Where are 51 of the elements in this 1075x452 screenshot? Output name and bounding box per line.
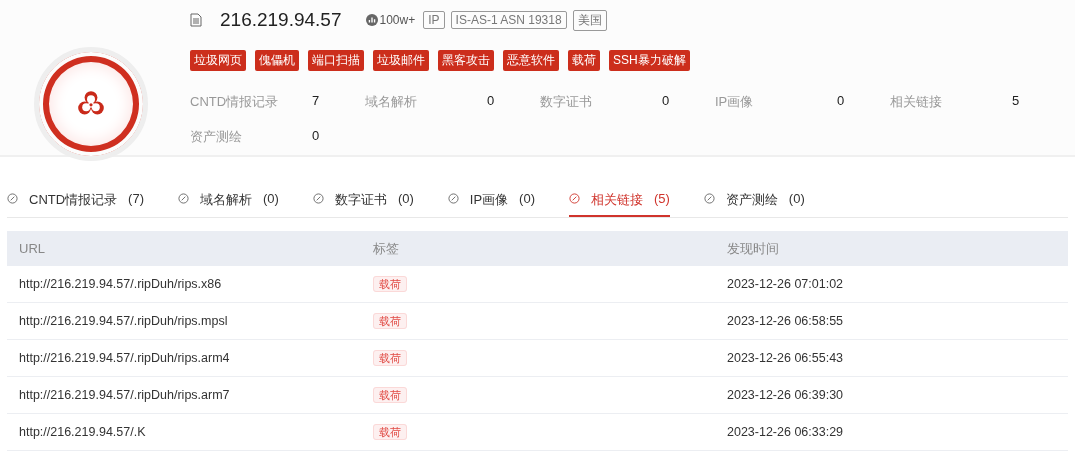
- threat-tag: 端口扫描: [308, 50, 364, 71]
- url-cell-text: http://216.219.94.57/.ripDuh/rips.x86: [18, 277, 223, 291]
- column-header: 发现时间: [726, 239, 779, 258]
- bar-chart-icon: [365, 14, 378, 26]
- stat-label: 域名解析: [365, 93, 418, 111]
- stat-value: 7: [312, 93, 320, 110]
- ip-address: 216.219.94.57: [220, 9, 342, 31]
- rank-count: 100w+: [379, 13, 416, 27]
- time-cell-text: 2023-12-26 06:33:29: [726, 425, 844, 439]
- info-tag: IP: [423, 11, 445, 29]
- payload-tag: 载荷: [373, 275, 407, 292]
- stat-label: 资产测绘: [190, 128, 243, 146]
- payload-tag: 载荷: [373, 349, 407, 366]
- time-cell-text: 2023-12-26 06:58:55: [726, 314, 844, 328]
- stat-label: 相关链接: [890, 93, 943, 111]
- tab[interactable]: 域名解析 (0): [178, 189, 279, 217]
- threat-tag: 黑客攻击: [438, 50, 494, 71]
- stat-value: 0: [312, 128, 320, 145]
- url-cell-text: http://216.219.94.57/.ripDuh/rips.mpsl: [18, 314, 229, 328]
- time-cell-text: 2023-12-26 07:01:02: [726, 277, 844, 291]
- time-cell-text: 2023-12-26 06:55:43: [726, 351, 844, 365]
- threat-tag: SSH暴力破解: [609, 50, 690, 71]
- tab[interactable]: 资产测绘 (0): [703, 189, 805, 217]
- tab[interactable]: 相关链接 (5): [568, 189, 670, 217]
- column-header: URL: [18, 241, 46, 256]
- stat-label: 数字证书: [540, 93, 593, 111]
- threat-tag: 载荷: [568, 50, 600, 71]
- url-cell-text: http://216.219.94.57/.ripDuh/rips.arm7: [18, 388, 231, 402]
- payload-tag: 载荷: [373, 312, 407, 329]
- threat-tag: 垃圾邮件: [373, 50, 429, 71]
- tab[interactable]: CNTD情报记录 (7): [7, 189, 144, 217]
- stat-label: CNTD情报记录: [190, 93, 280, 111]
- document-icon: [190, 13, 202, 27]
- stat-value: 0: [662, 93, 670, 110]
- tab[interactable]: IP画像 (0): [447, 189, 535, 217]
- payload-tag: 载荷: [373, 423, 407, 440]
- payload-tag: 载荷: [373, 386, 407, 403]
- tab[interactable]: 数字证书 (0): [312, 189, 414, 217]
- time-cell-text: 2023-12-26 06:39:30: [726, 388, 844, 402]
- threat-tag: 恶意软件: [503, 50, 559, 71]
- url-cell-text: http://216.219.94.57/.ripDuh/rips.arm4: [18, 351, 231, 365]
- stat-value: 0: [837, 93, 845, 110]
- stat-value: 0: [487, 93, 495, 110]
- info-tag: IS-AS-1 ASN 19318: [450, 11, 567, 29]
- column-header: 标签: [372, 239, 400, 258]
- stat-label: IP画像: [715, 93, 755, 111]
- threat-tag: 傀儡机: [255, 50, 299, 71]
- stat-value: 5: [1012, 93, 1020, 110]
- info-tag: 美国: [572, 9, 607, 31]
- threat-tag: 垃圾网页: [190, 50, 246, 71]
- url-cell-text: http://216.219.94.57/.K: [18, 425, 147, 439]
